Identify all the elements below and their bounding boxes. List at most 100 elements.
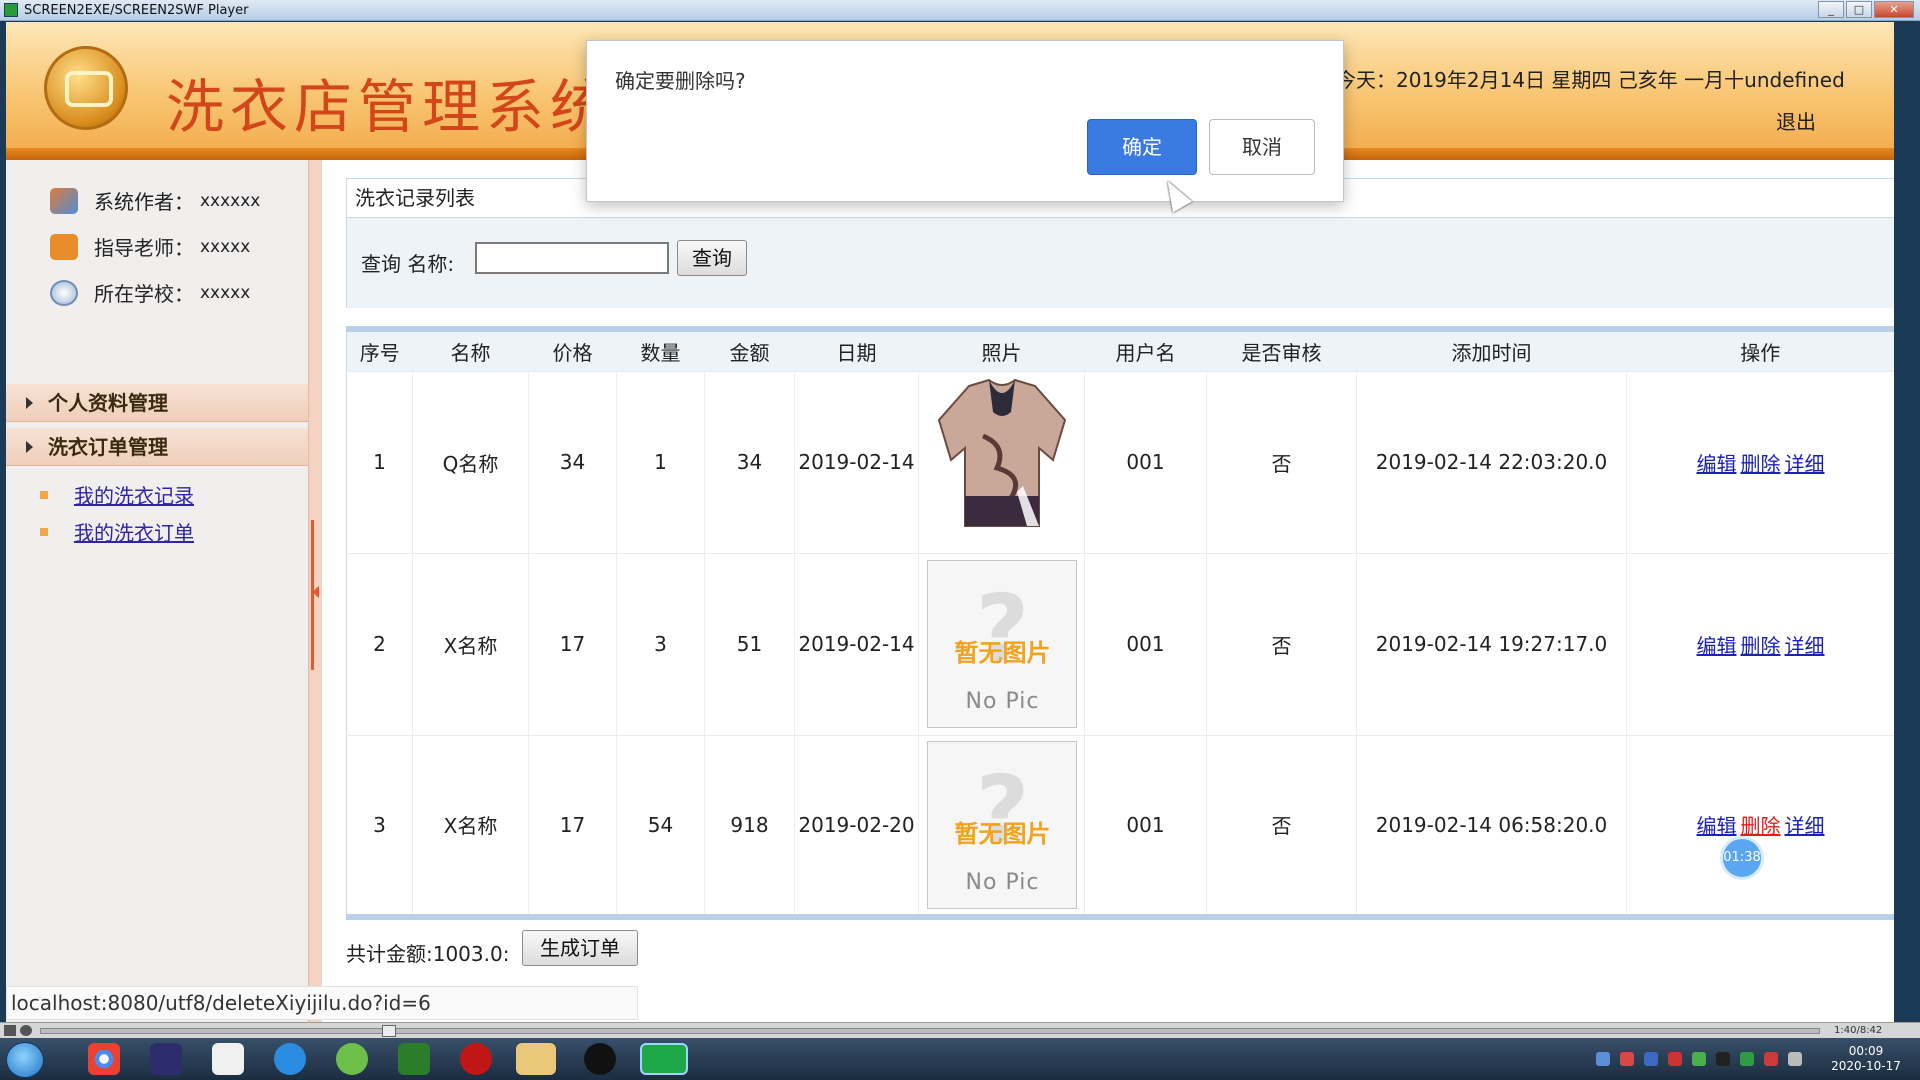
chrome-icon[interactable] bbox=[88, 1043, 120, 1075]
col-audited: 是否审核 bbox=[1206, 329, 1357, 371]
teacher-icon bbox=[50, 233, 78, 260]
window-controls: _ □ ✕ bbox=[1818, 1, 1914, 18]
flash-icon[interactable] bbox=[460, 1043, 492, 1075]
col-date: 日期 bbox=[794, 329, 919, 371]
search-button[interactable]: 查询 bbox=[677, 240, 747, 276]
cell-name: Q名称 bbox=[412, 370, 529, 553]
info-author-label: 系统作者： bbox=[94, 190, 194, 214]
app-icon[interactable] bbox=[212, 1043, 244, 1075]
app-icon bbox=[4, 3, 18, 17]
info-teacher-label: 指导老师： bbox=[94, 236, 194, 260]
tray-flag-icon[interactable] bbox=[1788, 1052, 1802, 1066]
cell-price: 17 bbox=[528, 552, 617, 735]
tray-green-icon[interactable] bbox=[1692, 1052, 1706, 1066]
col-name: 名称 bbox=[412, 329, 529, 371]
cell-qty: 1 bbox=[616, 370, 705, 553]
browser-icon[interactable] bbox=[274, 1043, 306, 1075]
app-page: 洗衣店管理系统 今天：2019年2月14日 星期四 己亥年 一月十undefin… bbox=[6, 22, 1894, 1022]
browser-status-url: localhost:8080/utf8/deleteXiyijilu.do?id… bbox=[6, 986, 638, 1020]
total-amount: 共计金额:1003.0: bbox=[346, 942, 510, 966]
search-input[interactable] bbox=[475, 242, 669, 274]
spreadsheet-icon[interactable] bbox=[398, 1043, 430, 1075]
delete-link[interactable]: 删除 bbox=[1741, 452, 1781, 476]
logout-link[interactable]: 退出 bbox=[1776, 106, 1816, 135]
col-amount: 金额 bbox=[704, 329, 795, 371]
generate-order-button[interactable]: 生成订单 bbox=[522, 930, 638, 966]
delete-link[interactable]: 删除 bbox=[1741, 634, 1781, 658]
tray-shield-icon[interactable] bbox=[1644, 1052, 1658, 1066]
cell-date: 2019-02-14 bbox=[794, 370, 919, 553]
edit-link[interactable]: 编辑 bbox=[1697, 452, 1737, 476]
qq-icon[interactable] bbox=[584, 1043, 616, 1075]
seek-track[interactable] bbox=[40, 1028, 1820, 1034]
recording-timer-badge: 01:38 bbox=[1720, 836, 1764, 880]
no-pic-text-en: No Pic bbox=[965, 869, 1040, 895]
minimize-button[interactable]: _ bbox=[1818, 1, 1844, 18]
cell-ops: 编辑 删除 详细 bbox=[1626, 370, 1894, 553]
search-bar: 查询 名称: 查询 bbox=[346, 218, 1894, 308]
leaf-icon[interactable] bbox=[336, 1043, 368, 1075]
detail-link[interactable]: 详细 bbox=[1785, 634, 1825, 658]
menu-link-my-records[interactable]: 我的洗衣记录 bbox=[40, 480, 194, 509]
seek-thumb[interactable] bbox=[382, 1025, 396, 1037]
cell-audited: 否 bbox=[1206, 734, 1357, 917]
taskbar-clock[interactable]: 00:09 2020-10-17 bbox=[1826, 1044, 1906, 1074]
collapse-arrow-icon bbox=[312, 586, 319, 598]
cell-photo: ? 暂无图片 No Pic bbox=[918, 734, 1085, 917]
confirm-cancel-button[interactable]: 取消 bbox=[1209, 119, 1315, 175]
cell-ops: 编辑 删除 详细 bbox=[1626, 552, 1894, 735]
player-time: 1:40/8:42 bbox=[1834, 1025, 1883, 1036]
confirm-ok-button[interactable]: 确定 bbox=[1087, 119, 1197, 175]
cell-name: X名称 bbox=[412, 552, 529, 735]
menu-orders[interactable]: 洗衣订单管理 bbox=[6, 428, 308, 466]
folder-icon[interactable] bbox=[516, 1043, 556, 1075]
no-pic-placeholder: ? 暂无图片 No Pic bbox=[926, 740, 1077, 909]
col-photo: 照片 bbox=[918, 329, 1085, 371]
cell-added: 2019-02-14 22:03:20.0 bbox=[1356, 370, 1627, 553]
clock-date: 2020-10-17 bbox=[1831, 1059, 1901, 1073]
player-task-icon[interactable] bbox=[640, 1043, 688, 1075]
no-pic-placeholder: ? 暂无图片 No Pic bbox=[926, 560, 1077, 728]
tray-app-icon[interactable] bbox=[1620, 1052, 1634, 1066]
maximize-button[interactable]: □ bbox=[1846, 1, 1872, 18]
menu-profile[interactable]: 个人资料管理 bbox=[6, 384, 308, 422]
eclipse-icon[interactable] bbox=[150, 1043, 182, 1075]
cell-user: 001 bbox=[1084, 370, 1207, 553]
close-button[interactable]: ✕ bbox=[1874, 1, 1914, 18]
stop-icon[interactable] bbox=[20, 1025, 32, 1036]
bullet-icon bbox=[40, 527, 48, 536]
records-table: 序号 名称 价格 数量 金额 日期 照片 用户名 是否审核 添加时间 操作 1 … bbox=[346, 326, 1894, 920]
cell-price: 17 bbox=[528, 734, 617, 917]
player-scrubber: 1:40/8:42 bbox=[0, 1022, 1920, 1038]
tray-arrow-icon[interactable] bbox=[1668, 1052, 1682, 1066]
edit-link[interactable]: 编辑 bbox=[1697, 634, 1737, 658]
window-title: SCREEN2EXE/SCREEN2SWF Player bbox=[24, 2, 249, 18]
main-content: 洗衣记录列表 查询 名称: 查询 序号 名称 价格 数量 金额 日期 照片 用户… bbox=[346, 178, 1894, 1022]
cell-price: 34 bbox=[528, 370, 617, 553]
delete-link[interactable]: 删除 bbox=[1741, 814, 1781, 838]
cell-date: 2019-02-20 bbox=[794, 734, 919, 917]
pause-icon[interactable] bbox=[4, 1025, 16, 1036]
menu-link-my-orders-label: 我的洗衣订单 bbox=[74, 521, 194, 545]
info-teacher-value: xxxxx bbox=[200, 236, 251, 257]
detail-link[interactable]: 详细 bbox=[1785, 814, 1825, 838]
menu-profile-label: 个人资料管理 bbox=[48, 391, 168, 415]
detail-link[interactable]: 详细 bbox=[1785, 452, 1825, 476]
tray-volume-icon[interactable] bbox=[1764, 1052, 1778, 1066]
cell-photo bbox=[918, 370, 1085, 553]
edit-link[interactable]: 编辑 bbox=[1697, 814, 1737, 838]
cell-qty: 3 bbox=[616, 552, 705, 735]
tray-qq-icon[interactable] bbox=[1716, 1052, 1730, 1066]
today-date: 今天：2019年2月14日 星期四 己亥年 一月十undefined bbox=[1336, 68, 1845, 92]
cell-audited: 否 bbox=[1206, 370, 1357, 553]
tray-network-icon[interactable] bbox=[1596, 1052, 1610, 1066]
confirm-message: 确定要删除吗? bbox=[615, 69, 746, 93]
menu-link-my-orders[interactable]: 我的洗衣订单 bbox=[40, 517, 194, 546]
tray-battery-icon[interactable] bbox=[1740, 1052, 1754, 1066]
search-label: 查询 名称: bbox=[361, 252, 455, 276]
window-titlebar: SCREEN2EXE/SCREEN2SWF Player _ □ ✕ bbox=[0, 0, 1920, 21]
col-qty: 数量 bbox=[616, 329, 705, 371]
start-button[interactable] bbox=[6, 1042, 44, 1078]
col-added: 添加时间 bbox=[1356, 329, 1627, 371]
clock-time: 00:09 bbox=[1848, 1044, 1884, 1058]
